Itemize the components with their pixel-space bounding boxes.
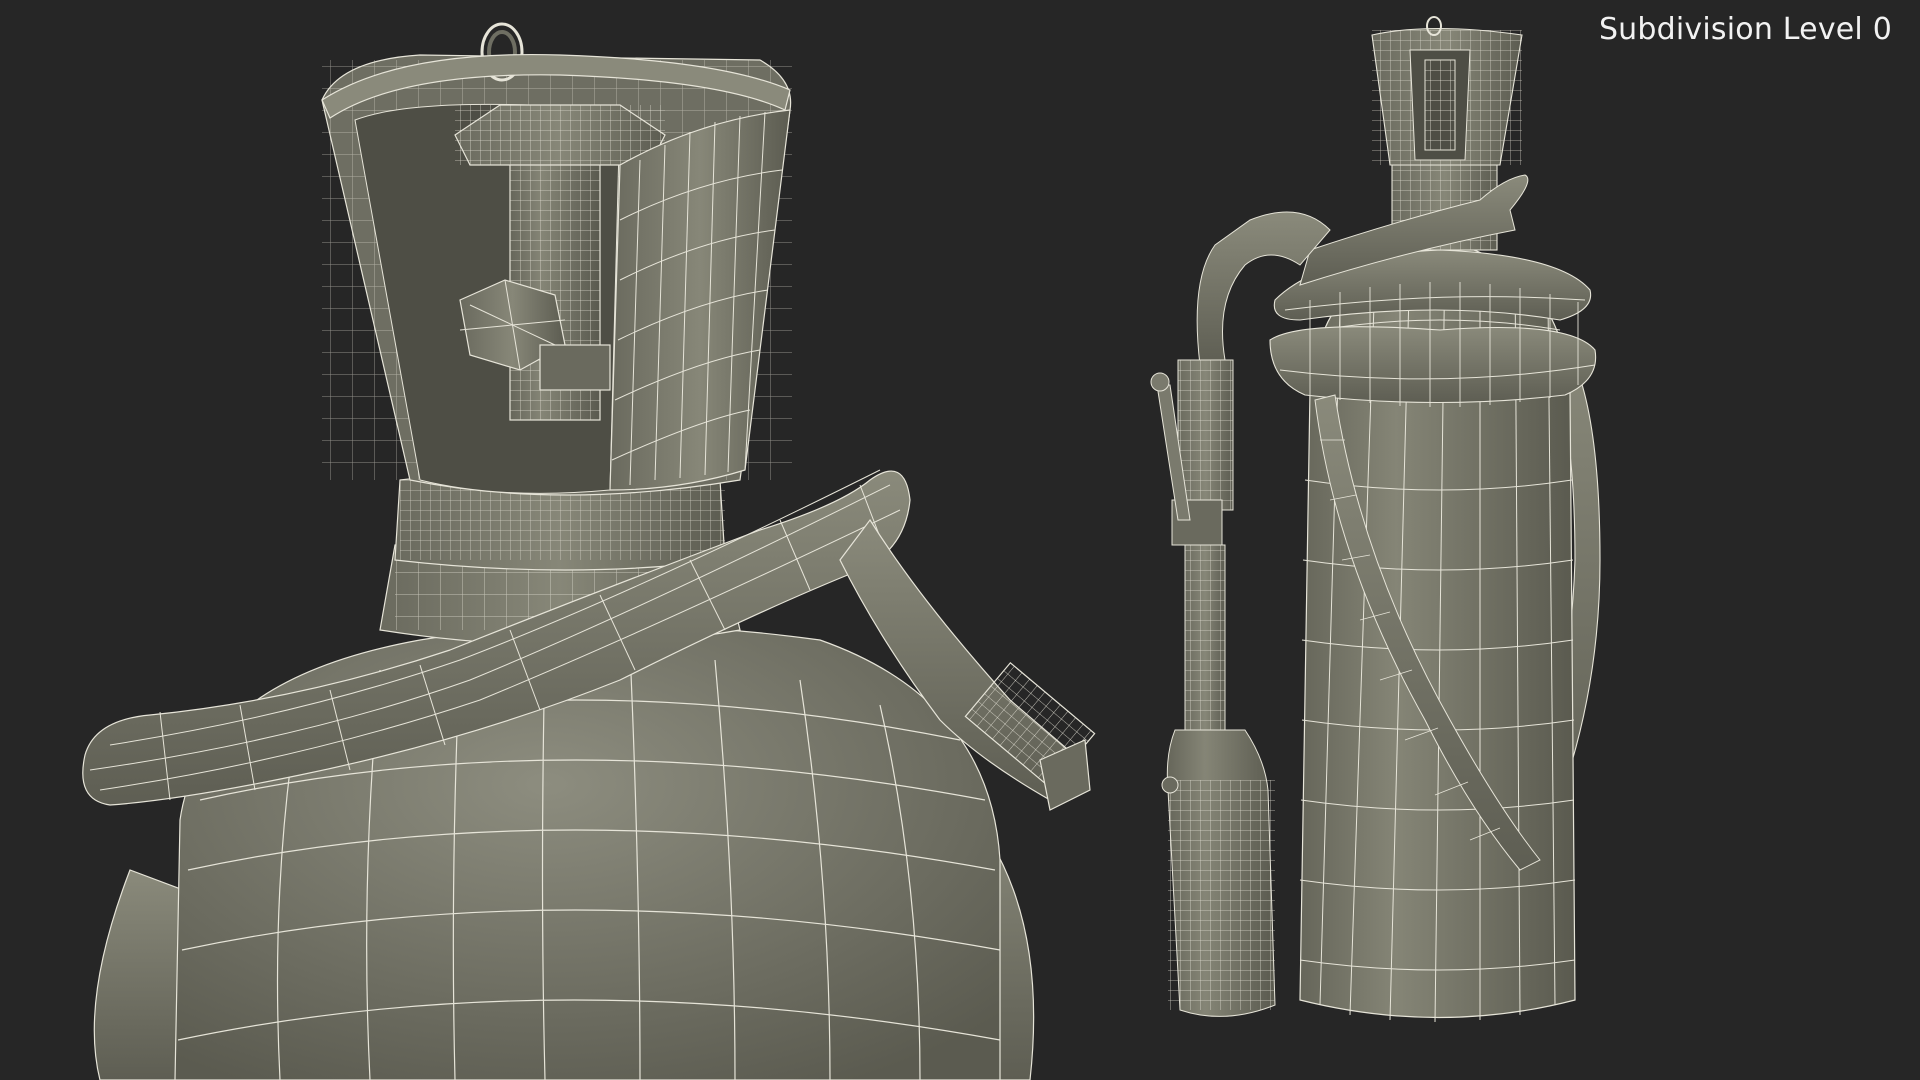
closeup-cylinder <box>82 22 1096 1080</box>
viewport-3d[interactable]: Subdivision Level 0 <box>0 0 1920 1080</box>
wireframe-render <box>82 16 1601 1080</box>
full-cylinder <box>1150 16 1601 1023</box>
subdivision-level-label: Subdivision Level 0 <box>1598 12 1892 47</box>
